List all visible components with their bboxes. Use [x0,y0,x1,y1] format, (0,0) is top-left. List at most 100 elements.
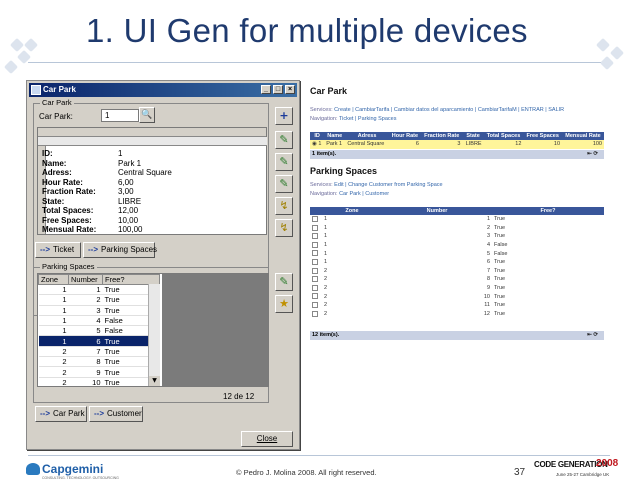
row-checkbox[interactable] [312,293,318,300]
web-table-cell: Central Square [345,140,389,149]
table-row[interactable]: 1 3 True [38,305,160,316]
customer-nav-button[interactable]: --> Customer [89,406,143,422]
code-generation-dates: June 25-27 Cambridge UK [556,472,610,477]
web-col-header[interactable]: Mensual Rate [562,132,604,140]
edit-button-2[interactable]: ✎ [275,153,293,171]
table-row[interactable]: 2 10 True [38,377,160,386]
services-links[interactable]: Edit | Change Customer from Parking Spac… [334,182,442,188]
row-checkbox[interactable] [312,267,318,274]
vertical-scrollbar[interactable]: ▼ [148,284,160,386]
row-checkbox-cell [310,267,322,276]
table-row[interactable]: 1 2 True [310,224,604,233]
web-table-cell: 1 [324,233,328,240]
edit-button-1[interactable]: ✎ [275,131,293,149]
table-row[interactable]: 1 4 False [310,241,604,250]
table-row[interactable]: 2 7 True [310,267,604,276]
minimize-button[interactable]: _ [261,85,271,94]
col-free[interactable]: Free? [492,207,604,215]
table-row[interactable]: 1 1 True [38,284,160,296]
table-row[interactable]: 2 8 True [310,275,604,284]
services-label: Services: [310,182,333,188]
web-col-header[interactable]: State [462,132,484,140]
row-checkbox[interactable] [312,233,318,240]
table-row[interactable]: 2 10 True [310,292,604,301]
table-row[interactable]: 2 9 True [310,284,604,293]
table-row[interactable]: 1 3 True [310,232,604,241]
table-row[interactable]: 1 1 True [310,215,604,224]
col-number[interactable]: Number [382,207,492,215]
row-checkbox[interactable] [312,241,318,248]
magnifier-icon: 🔍 [141,110,153,120]
web-col-header[interactable]: Fraction Rate [420,132,463,140]
web-col-header[interactable]: Name [324,132,346,140]
pencil-icon: ✎ [279,275,289,288]
table-row[interactable]: 2 7 True [38,346,160,358]
row-checkbox[interactable] [312,284,318,291]
table-row[interactable]: 1 4 False [38,315,160,327]
maximize-button[interactable]: □ [273,85,283,94]
arrow-right-icon: --> [88,245,98,254]
web-parking-spaces-table: Zone Number Free? 1 1 True 1 2 True 1 3 True 1 4 Fa… [310,207,604,318]
table-row[interactable]: 2 12 True [310,310,604,319]
table-row[interactable]: 2 11 True [310,301,604,310]
row-checkbox[interactable] [312,224,318,231]
window-titlebar[interactable]: Car Park _ □ × [29,83,297,97]
close-button[interactable]: Close [241,431,293,447]
web-table-cell: True [494,293,506,300]
parking-spaces-nav-button[interactable]: --> Parking Spaces [83,242,157,258]
col-free[interactable]: Free? [102,274,160,285]
table-row[interactable]: 2 8 True [38,356,160,368]
web-col-header[interactable]: Total Spaces [483,132,524,140]
change-customer-button[interactable]: ★ [275,295,293,313]
web-col-header[interactable]: ID [310,132,325,140]
car-park-nav-button[interactable]: --> Car Park [35,406,87,422]
edit-button-3[interactable]: ✎ [275,175,293,193]
row-checkbox[interactable] [312,302,318,308]
web-table-cell: 2 [324,285,328,292]
col-zone[interactable]: Zone [38,274,69,285]
search-button[interactable]: 🔍 [139,107,155,123]
table-row[interactable]: 1 2 True [38,294,160,306]
table-cell: 5 [68,325,103,337]
slide-title: 1. UI Gen for multiple devices [86,12,528,49]
web-table-cell: Park 1 [324,140,346,149]
web-col-header[interactable]: Adress [345,132,389,140]
edit-parking-space-button[interactable]: ✎ [275,273,293,291]
table-row[interactable]: 1 5 False [310,249,604,258]
table-row[interactable]: 2 9 True [38,366,160,378]
ticket-nav-button[interactable]: --> Ticket [35,242,81,258]
table-cell: 10 [68,377,103,386]
car-park-input[interactable]: 1 [101,109,139,122]
col-zone[interactable]: Zone [322,207,382,215]
lightning-button-1[interactable]: ↯ [275,197,293,215]
web-car-park-row[interactable]: ◉ 1 Park 1 Central Square 6 3 LIBRE 12 10 100 [310,140,604,149]
table-cell: 2 [38,377,69,386]
close-window-button[interactable]: × [285,85,295,94]
table-row[interactable]: 1 6 True [38,335,160,347]
services-links[interactable]: Create | CambiarTarifa | Cambiar datos d… [334,107,564,113]
create-button[interactable]: + [275,107,293,125]
row-checkbox[interactable] [312,250,318,257]
table-cell: 8 [68,356,103,368]
pager-first-refresh-icons[interactable]: ⇤ ⟳ [587,331,598,339]
table-row[interactable]: 1 6 True [310,258,604,267]
scroll-down-icon[interactable]: ▼ [149,376,160,386]
pager-first-refresh-icons[interactable]: ⇤ ⟳ [587,150,598,158]
lightning-button-2[interactable]: ↯ [275,219,293,237]
navigation-links[interactable]: Ticket | Parking Spaces [339,116,396,122]
web-col-header[interactable]: Hour Rate [388,132,421,140]
col-number[interactable]: Number [68,274,103,285]
car-park-nav-label: Car Park [53,409,85,418]
navigation-links[interactable]: Car Park | Customer [339,191,389,197]
row-checkbox[interactable] [312,216,318,223]
table-row[interactable]: 1 5 False [38,325,160,337]
row-checkbox[interactable] [312,310,318,317]
web-col-header[interactable]: Free Spaces [523,132,563,140]
capgemini-spade-icon [26,463,40,475]
table-cell: 1 [38,305,69,316]
web-table-cell: 3 [420,140,463,149]
row-checkbox-cell [310,241,322,250]
web-table-cell: True [494,259,506,266]
row-checkbox[interactable] [312,276,318,283]
row-checkbox[interactable] [312,259,318,266]
